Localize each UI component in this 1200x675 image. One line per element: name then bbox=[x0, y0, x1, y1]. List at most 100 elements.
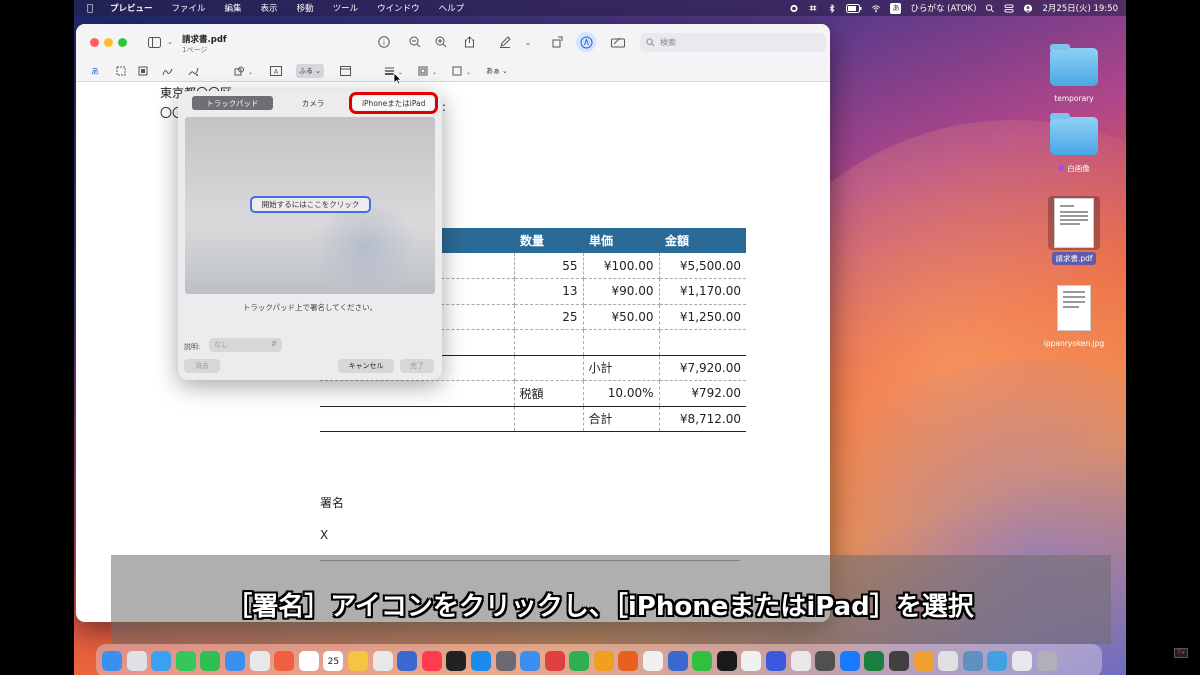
cancel-button[interactable]: キャンセル bbox=[338, 359, 394, 373]
zoom-out-icon[interactable] bbox=[407, 34, 423, 50]
desktop-icon-temporary[interactable]: temporary bbox=[1034, 44, 1114, 103]
zoom-button[interactable] bbox=[118, 38, 127, 47]
dock-app-icon[interactable] bbox=[520, 650, 541, 671]
dock-app-icon[interactable] bbox=[790, 650, 811, 671]
dock-app-icon[interactable] bbox=[643, 650, 664, 671]
control-center-icon[interactable] bbox=[1004, 3, 1014, 13]
dock-calendar-icon[interactable]: 25 bbox=[323, 650, 344, 671]
svg-text:A: A bbox=[274, 69, 279, 76]
dock-app-icon[interactable] bbox=[692, 650, 713, 671]
dock-app-icon[interactable] bbox=[372, 650, 393, 671]
dock-app-icon[interactable] bbox=[347, 650, 368, 671]
redact-icon[interactable] bbox=[136, 64, 150, 78]
menubar-clock[interactable]: 2月25日(火) 19:50 bbox=[1042, 2, 1118, 14]
menu-file[interactable]: ファイル bbox=[172, 2, 206, 14]
search-field[interactable]: 検索 bbox=[640, 33, 826, 52]
dock-app-icon[interactable] bbox=[446, 650, 467, 671]
border-color-icon[interactable]: ⌄ bbox=[418, 64, 436, 78]
tab-camera[interactable]: カメラ bbox=[273, 96, 354, 110]
desktop-icon-invoice-pdf[interactable]: 請求書.pdf bbox=[1034, 196, 1114, 265]
dock-app-icon[interactable] bbox=[569, 650, 590, 671]
signature-pad[interactable]: 開始するにはここをクリック bbox=[185, 117, 435, 294]
dock-app-icon[interactable] bbox=[938, 650, 959, 671]
shapes-icon[interactable]: ⌄ bbox=[234, 64, 252, 78]
markup-icon[interactable] bbox=[576, 32, 596, 52]
dock-app-icon[interactable] bbox=[249, 650, 270, 671]
text-box-icon[interactable]: A bbox=[269, 64, 283, 78]
form-fill-icon[interactable] bbox=[610, 34, 626, 50]
zoom-in-icon[interactable] bbox=[433, 34, 449, 50]
menu-window[interactable]: ウインドウ bbox=[377, 2, 420, 14]
dock-app-icon[interactable] bbox=[864, 650, 885, 671]
close-button[interactable] bbox=[90, 38, 99, 47]
dropbox-icon[interactable] bbox=[808, 4, 818, 13]
user-icon[interactable] bbox=[1023, 3, 1033, 13]
minimize-button[interactable] bbox=[104, 38, 113, 47]
dock-app-icon[interactable] bbox=[151, 650, 172, 671]
fill-color-icon[interactable]: ⌄ bbox=[452, 64, 470, 78]
dock-app-icon[interactable] bbox=[987, 650, 1008, 671]
dock-trash-icon[interactable] bbox=[1036, 650, 1057, 671]
note-icon[interactable] bbox=[338, 64, 352, 78]
dock-app-icon[interactable] bbox=[839, 650, 860, 671]
dock-finder-icon[interactable] bbox=[102, 650, 122, 671]
rect-selection-icon[interactable] bbox=[114, 64, 128, 78]
chevron-down-icon[interactable]: ⌄ bbox=[520, 34, 536, 50]
clear-button[interactable]: 消去 bbox=[184, 359, 220, 373]
dock-app-icon[interactable] bbox=[200, 650, 221, 671]
description-select[interactable]: なし ⇵ bbox=[209, 338, 282, 352]
spotlight-icon[interactable] bbox=[985, 3, 995, 13]
desktop-icon-ippanryoken[interactable]: ippanryoken.jpg bbox=[1034, 285, 1114, 348]
dock-app-icon[interactable] bbox=[667, 650, 688, 671]
dock-app-icon[interactable] bbox=[889, 650, 909, 671]
desktop-icon-white-image[interactable]: 白画像 bbox=[1034, 113, 1114, 174]
rotate-icon[interactable] bbox=[550, 34, 566, 50]
dock-app-icon[interactable] bbox=[495, 650, 516, 671]
menu-edit[interactable]: 編集 bbox=[225, 2, 242, 14]
dock-app-icon[interactable] bbox=[766, 650, 787, 671]
menu-app-name[interactable]: プレビュー bbox=[110, 2, 153, 14]
apple-menu-icon[interactable]:  bbox=[84, 2, 96, 14]
share-icon[interactable] bbox=[461, 34, 477, 50]
dock-app-icon[interactable] bbox=[421, 650, 442, 671]
dock-app-icon[interactable] bbox=[913, 650, 934, 671]
tab-trackpad[interactable]: トラックパッド bbox=[192, 96, 273, 110]
dock-app-icon[interactable] bbox=[716, 650, 737, 671]
dock-app-icon[interactable] bbox=[175, 650, 196, 671]
dock-app-icon[interactable] bbox=[593, 650, 614, 671]
draw-icon[interactable] bbox=[186, 64, 200, 78]
sign-tool-icon[interactable]: ふる ⌄ bbox=[296, 64, 324, 78]
dock-app-icon[interactable] bbox=[224, 650, 245, 671]
text-style-icon[interactable]: あぁ ⌄ bbox=[486, 64, 508, 78]
dock-app-icon[interactable] bbox=[397, 650, 418, 671]
sketch-icon[interactable] bbox=[160, 64, 174, 78]
dock-app-icon[interactable] bbox=[126, 650, 147, 671]
highlight-pen-icon[interactable] bbox=[497, 34, 513, 50]
dock-app-icon[interactable] bbox=[470, 650, 491, 671]
chevron-down-icon[interactable]: ⌄ bbox=[162, 34, 178, 50]
dock-app-icon[interactable] bbox=[962, 650, 983, 671]
record-icon[interactable] bbox=[789, 4, 799, 13]
sidebar-toggle-icon[interactable] bbox=[146, 34, 162, 50]
menu-tools[interactable]: ツール bbox=[333, 2, 359, 14]
menu-view[interactable]: 表示 bbox=[261, 2, 278, 14]
tab-iphone-or-ipad[interactable]: iPhoneまたはiPad bbox=[349, 92, 438, 114]
dock-app-icon[interactable] bbox=[274, 650, 295, 671]
dock-app-icon[interactable] bbox=[815, 650, 836, 671]
input-method-label[interactable]: ひらがな (ATOK) bbox=[910, 2, 976, 14]
dock-app-icon[interactable] bbox=[544, 650, 565, 671]
dock-app-icon[interactable] bbox=[298, 650, 319, 671]
info-icon[interactable]: i bbox=[376, 34, 392, 50]
dock-app-icon[interactable] bbox=[618, 650, 639, 671]
ime-indicator-icon[interactable]: あ bbox=[890, 2, 902, 14]
menu-go[interactable]: 移動 bbox=[297, 2, 314, 14]
start-signing-button[interactable]: 開始するにはここをクリック bbox=[250, 196, 371, 213]
text-selection-tool-icon[interactable]: あ bbox=[88, 64, 102, 78]
battery-icon[interactable] bbox=[846, 3, 862, 13]
wifi-icon[interactable] bbox=[871, 4, 881, 13]
dock-app-icon[interactable] bbox=[1011, 650, 1032, 671]
done-button[interactable]: 完了 bbox=[400, 359, 434, 373]
bluetooth-icon[interactable] bbox=[827, 3, 837, 13]
menu-help[interactable]: ヘルプ bbox=[439, 2, 465, 14]
dock-app-icon[interactable] bbox=[741, 650, 762, 671]
